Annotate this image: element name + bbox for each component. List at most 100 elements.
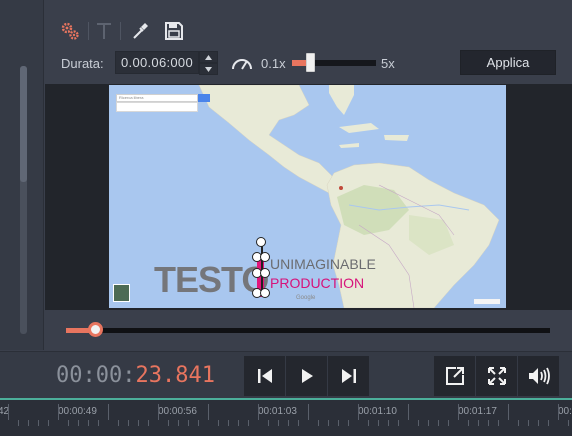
skip-back-icon xyxy=(257,369,272,383)
timeline-tick xyxy=(138,420,139,426)
resize-handle[interactable] xyxy=(260,288,270,298)
detach-preview-button[interactable] xyxy=(434,356,475,396)
playback-progress-thumb[interactable] xyxy=(88,322,104,337)
fullscreen-icon xyxy=(487,367,506,385)
timeline-tick xyxy=(48,420,49,426)
eyedropper-icon[interactable] xyxy=(129,20,151,42)
save-icon[interactable] xyxy=(163,20,185,42)
timeline-tick xyxy=(358,404,359,420)
timeline-tick-label: 00:0 xyxy=(558,406,572,417)
timeline-tick xyxy=(378,420,379,426)
timeline-tick xyxy=(408,404,409,420)
timecode-elapsed-prefix: 00:00: xyxy=(56,363,136,388)
timeline-tick xyxy=(88,420,89,426)
timeline-tick xyxy=(338,420,339,426)
map-search-suggestions xyxy=(116,102,198,112)
timeline-tick xyxy=(428,420,429,426)
playback-progress-slider[interactable] xyxy=(66,322,550,337)
volume-button[interactable] xyxy=(518,356,559,396)
apply-button[interactable]: Applica xyxy=(460,50,556,75)
speed-min-label: 0.1x xyxy=(261,56,286,71)
map-search-widget: Ricerca libera xyxy=(116,94,214,112)
timeline-tick xyxy=(318,420,319,426)
timeline-tick-label: 00:01:17 xyxy=(458,406,497,417)
timeline-tick xyxy=(468,420,469,426)
timeline-tick xyxy=(528,420,529,426)
play-icon xyxy=(301,369,313,383)
timeline-tick-label: 00:01:10 xyxy=(358,406,397,417)
duration-field[interactable]: 0.00.06:000 xyxy=(115,51,199,74)
timeline-tick xyxy=(178,420,179,426)
stepper-down-icon[interactable] xyxy=(199,63,218,75)
map-search-input: Ricerca libera xyxy=(116,94,198,102)
timeline-tick xyxy=(308,404,309,420)
speed-slider-thumb[interactable] xyxy=(306,53,316,72)
timeline-tick xyxy=(348,420,349,426)
timeline-tick xyxy=(108,404,109,420)
skip-back-button[interactable] xyxy=(244,356,285,396)
timeline-tick xyxy=(478,420,479,426)
timeline-tick xyxy=(368,420,369,426)
timeline-tick xyxy=(518,420,519,426)
timeline-tick xyxy=(488,420,489,426)
timeline-tick xyxy=(448,420,449,426)
detach-icon xyxy=(445,367,464,385)
timeline-tick xyxy=(8,404,9,420)
map-satellite-thumbnail xyxy=(113,284,130,302)
map-search-button xyxy=(198,94,210,102)
timeline-tick xyxy=(508,404,509,420)
timeline-tick xyxy=(208,404,209,420)
timeline-tick xyxy=(568,420,569,426)
duration-label: Durata: xyxy=(61,56,104,71)
speed-max-label: 5x xyxy=(381,56,395,71)
timeline-tick xyxy=(158,404,159,420)
timeline-tick xyxy=(438,420,439,426)
scrub-bar-area xyxy=(45,310,572,350)
timeline-tick xyxy=(198,420,199,426)
timeline-tick xyxy=(238,420,239,426)
speed-slider[interactable] xyxy=(292,53,376,72)
timeline-tick xyxy=(248,420,249,426)
vertical-scrollbar[interactable] xyxy=(20,66,27,334)
timeline-tick xyxy=(558,404,559,420)
timeline-tick xyxy=(498,420,499,426)
timeline-tick xyxy=(188,420,189,426)
timeline-tick xyxy=(18,420,19,426)
timecode: 00:00:23.841 xyxy=(56,363,215,388)
scrollbar-thumb[interactable] xyxy=(20,66,27,182)
timeline-tick xyxy=(268,420,269,426)
timeline-tick xyxy=(118,420,119,426)
title-bottom-text[interactable]: PRODUCTION xyxy=(270,275,364,291)
fullscreen-button[interactable] xyxy=(476,356,517,396)
timeline-tick xyxy=(98,420,99,426)
title-top-text[interactable]: UNIMAGINABLE xyxy=(270,256,376,272)
play-button[interactable] xyxy=(286,356,327,396)
timecode-elapsed-value: 23.841 xyxy=(135,363,215,388)
timeline-tick xyxy=(128,420,129,426)
left-panel xyxy=(0,0,44,350)
timeline-tick xyxy=(28,420,29,426)
video-preview: Ricerca libera Google TESTO UNIMAGINABLE… xyxy=(45,84,572,310)
map-credit: Google xyxy=(296,295,316,301)
toolbar-separator xyxy=(88,22,89,40)
map-footer-bar xyxy=(474,299,500,304)
resize-handle[interactable] xyxy=(260,252,270,262)
duration-stepper[interactable] xyxy=(199,51,218,75)
gears-icon[interactable] xyxy=(59,20,81,42)
timeline-tick xyxy=(278,420,279,426)
timeline-tick xyxy=(258,404,259,420)
timeline-ruler[interactable]: 42 00:00:49 00:00:56 00:01:03 00:01:10 00:01:… xyxy=(0,398,572,436)
stepper-up-icon[interactable] xyxy=(199,51,218,63)
timeline-tick xyxy=(388,420,389,426)
resize-handle[interactable] xyxy=(260,268,270,278)
skip-forward-button[interactable] xyxy=(328,356,369,396)
timeline-tick xyxy=(168,420,169,426)
timeline-tick xyxy=(148,420,149,426)
timeline-tick xyxy=(328,420,329,426)
timeline-tick xyxy=(218,420,219,426)
resize-handle-top[interactable] xyxy=(256,237,266,247)
transport-bar: 00:00:23.841 xyxy=(0,351,572,398)
timeline-tick-label: 00:01:03 xyxy=(258,406,297,417)
title-toolbar: Durata: 0.00.06:000 0.1x 5x Applica xyxy=(45,0,572,84)
text-icon[interactable] xyxy=(93,20,115,42)
